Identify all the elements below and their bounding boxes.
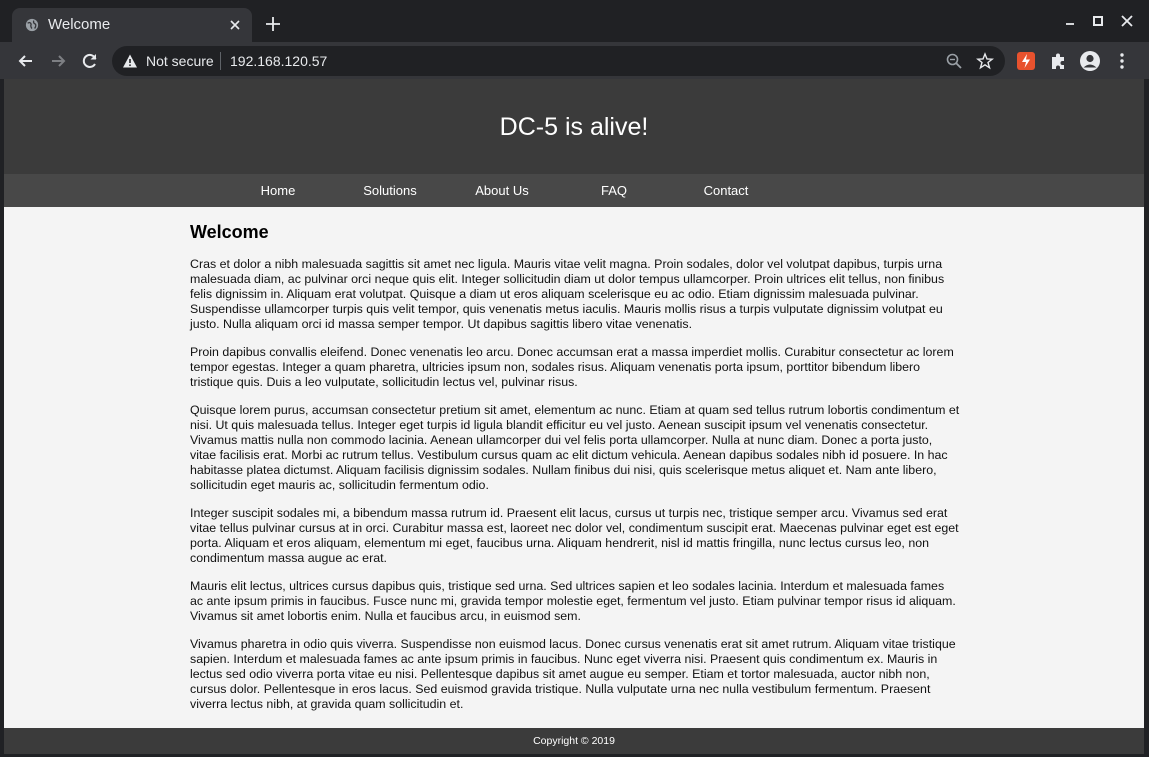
paragraph: Quisque lorem purus, accumsan consectetu… <box>190 403 960 492</box>
site-header: DC-5 is alive! <box>4 79 1144 174</box>
minimize-icon[interactable] <box>1062 13 1078 29</box>
nav-home[interactable]: Home <box>222 183 334 198</box>
nav-about-us[interactable]: About Us <box>446 183 558 198</box>
main-content: Welcome Cras et dolor a nibh malesuada s… <box>190 222 960 725</box>
site-title: DC-5 is alive! <box>499 113 649 141</box>
tab-title: Welcome <box>48 16 111 33</box>
zoom-out-icon[interactable] <box>945 52 963 70</box>
security-label[interactable]: Not secure <box>146 53 214 69</box>
paragraph: Cras et dolor a nibh malesuada sagittis … <box>190 257 945 331</box>
menu-icon[interactable] <box>1112 51 1132 71</box>
back-icon[interactable] <box>16 51 36 71</box>
paragraph: Integer suscipit sodales mi, a bibendum … <box>190 506 959 565</box>
maximize-icon[interactable] <box>1090 13 1106 29</box>
close-tab-icon[interactable] <box>226 16 244 34</box>
copyright-text: Copyright © 2019 <box>533 735 615 747</box>
address-bar[interactable]: Not secure 192.168.120.57 <box>112 46 1005 76</box>
tab-strip: Welcome <box>0 0 1149 42</box>
paragraph: Proin dapibus convallis eleifend. Donec … <box>190 345 954 389</box>
nav-contact[interactable]: Contact <box>670 183 782 198</box>
profile-avatar-icon[interactable] <box>1079 50 1101 72</box>
new-tab-icon[interactable] <box>264 15 282 33</box>
warning-icon[interactable] <box>122 53 138 69</box>
browser-tab[interactable]: Welcome <box>12 8 252 42</box>
nav-solutions[interactable]: Solutions <box>334 183 446 198</box>
reload-icon[interactable] <box>80 51 100 71</box>
site-nav: Home Solutions About Us FAQ Contact <box>4 174 1144 207</box>
puzzle-icon[interactable] <box>1048 51 1068 71</box>
nav-faq[interactable]: FAQ <box>558 183 670 198</box>
extension-icon[interactable] <box>1016 51 1036 71</box>
separator <box>220 52 221 70</box>
forward-icon[interactable] <box>48 51 68 71</box>
globe-icon <box>25 18 39 32</box>
site-footer: Copyright © 2019 <box>4 728 1144 754</box>
paragraph: Mauris elit lectus, ultrices cursus dapi… <box>190 579 956 623</box>
browser-toolbar: Not secure 192.168.120.57 <box>0 42 1149 79</box>
url-text[interactable]: 192.168.120.57 <box>230 53 327 69</box>
page-viewport: DC-5 is alive! Home Solutions About Us F… <box>4 79 1144 754</box>
close-window-icon[interactable] <box>1119 13 1135 29</box>
page-heading: Welcome <box>190 222 269 242</box>
paragraph: Vivamus pharetra in odio quis viverra. S… <box>190 637 956 711</box>
bookmark-star-icon[interactable] <box>976 52 994 70</box>
